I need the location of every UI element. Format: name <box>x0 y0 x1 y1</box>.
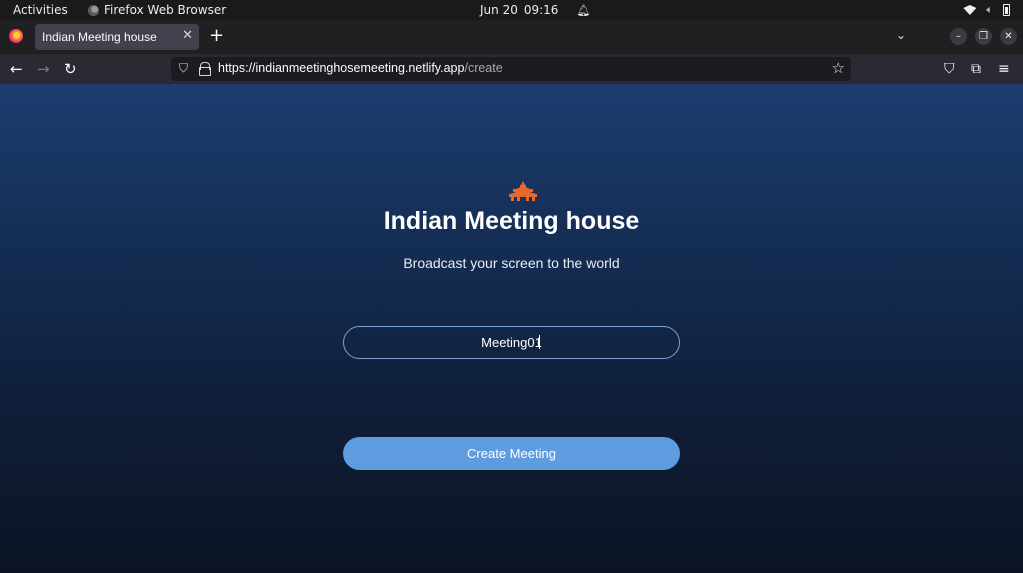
battery-icon <box>1003 4 1010 16</box>
clock[interactable]: Jun 20 09:16 🔔︎ <box>480 3 590 17</box>
close-icon[interactable]: ✕ <box>182 28 193 43</box>
wifi-icon <box>963 5 977 15</box>
app-menu[interactable]: Firefox Web Browser <box>88 3 226 17</box>
window-close-icon[interactable]: ✕ <box>1000 28 1017 45</box>
tab-indian-meeting-house[interactable]: Indian Meeting house ✕ <box>35 24 199 50</box>
star-icon[interactable]: ☆ <box>832 59 845 77</box>
clock-time: 09:16 <box>523 3 559 17</box>
activities-button[interactable]: Activities <box>13 3 68 17</box>
url-host: https://indianmeetinghosemeeting.netlify… <box>218 61 465 75</box>
chevron-down-icon[interactable]: ⌄ <box>896 28 906 42</box>
tab-strip: Indian Meeting house ✕ + ⌄ – ❐ ✕ <box>0 20 1023 54</box>
tab-title: Indian Meeting house <box>42 30 157 44</box>
page-title: Indian Meeting house <box>383 207 640 235</box>
back-arrow-icon[interactable]: ← <box>10 60 23 78</box>
app-menu-label: Firefox Web Browser <box>104 3 227 17</box>
forward-arrow-icon[interactable]: → <box>37 60 50 78</box>
url-path: /create <box>464 61 503 75</box>
text-caret <box>539 335 540 349</box>
hamburger-menu-icon[interactable]: ≡ <box>998 60 1010 78</box>
clock-date: Jun 20 <box>480 3 518 17</box>
page-subtitle: Broadcast your screen to the world <box>403 255 620 271</box>
system-tray[interactable]: 🔈︎ <box>963 3 1010 17</box>
system-top-bar: Activities Firefox Web Browser Jun 20 09… <box>0 0 1023 20</box>
address-bar[interactable]: ⛉ https://indianmeetinghosemeeting.netli… <box>171 57 851 81</box>
extensions-icon[interactable]: ⧉ <box>971 60 981 78</box>
minimize-icon[interactable]: – <box>950 28 967 45</box>
url-text[interactable]: https://indianmeetinghosemeeting.netlify… <box>218 61 503 75</box>
pocket-icon[interactable]: ⛉ <box>944 60 955 78</box>
firefox-icon[interactable] <box>9 29 23 43</box>
shield-icon[interactable]: ⛉ <box>179 61 188 76</box>
page-content: Indian Meeting house Broadcast your scre… <box>0 84 1023 573</box>
meeting-name-input[interactable] <box>343 326 680 359</box>
firefox-app-icon <box>88 4 99 16</box>
reload-icon[interactable]: ↻ <box>64 60 77 78</box>
restore-icon[interactable]: ❐ <box>975 28 992 45</box>
lock-icon[interactable] <box>199 62 211 76</box>
volume-icon: 🔈︎ <box>986 3 993 16</box>
create-meeting-button[interactable]: Create Meeting <box>343 437 680 470</box>
bell-icon: 🔔︎ <box>576 3 591 17</box>
navigation-toolbar: ← → ↻ ⛉ https://indianmeetinghosemeeting… <box>0 54 1023 84</box>
temple-logo-icon <box>509 181 537 201</box>
plus-icon[interactable]: + <box>209 26 224 46</box>
